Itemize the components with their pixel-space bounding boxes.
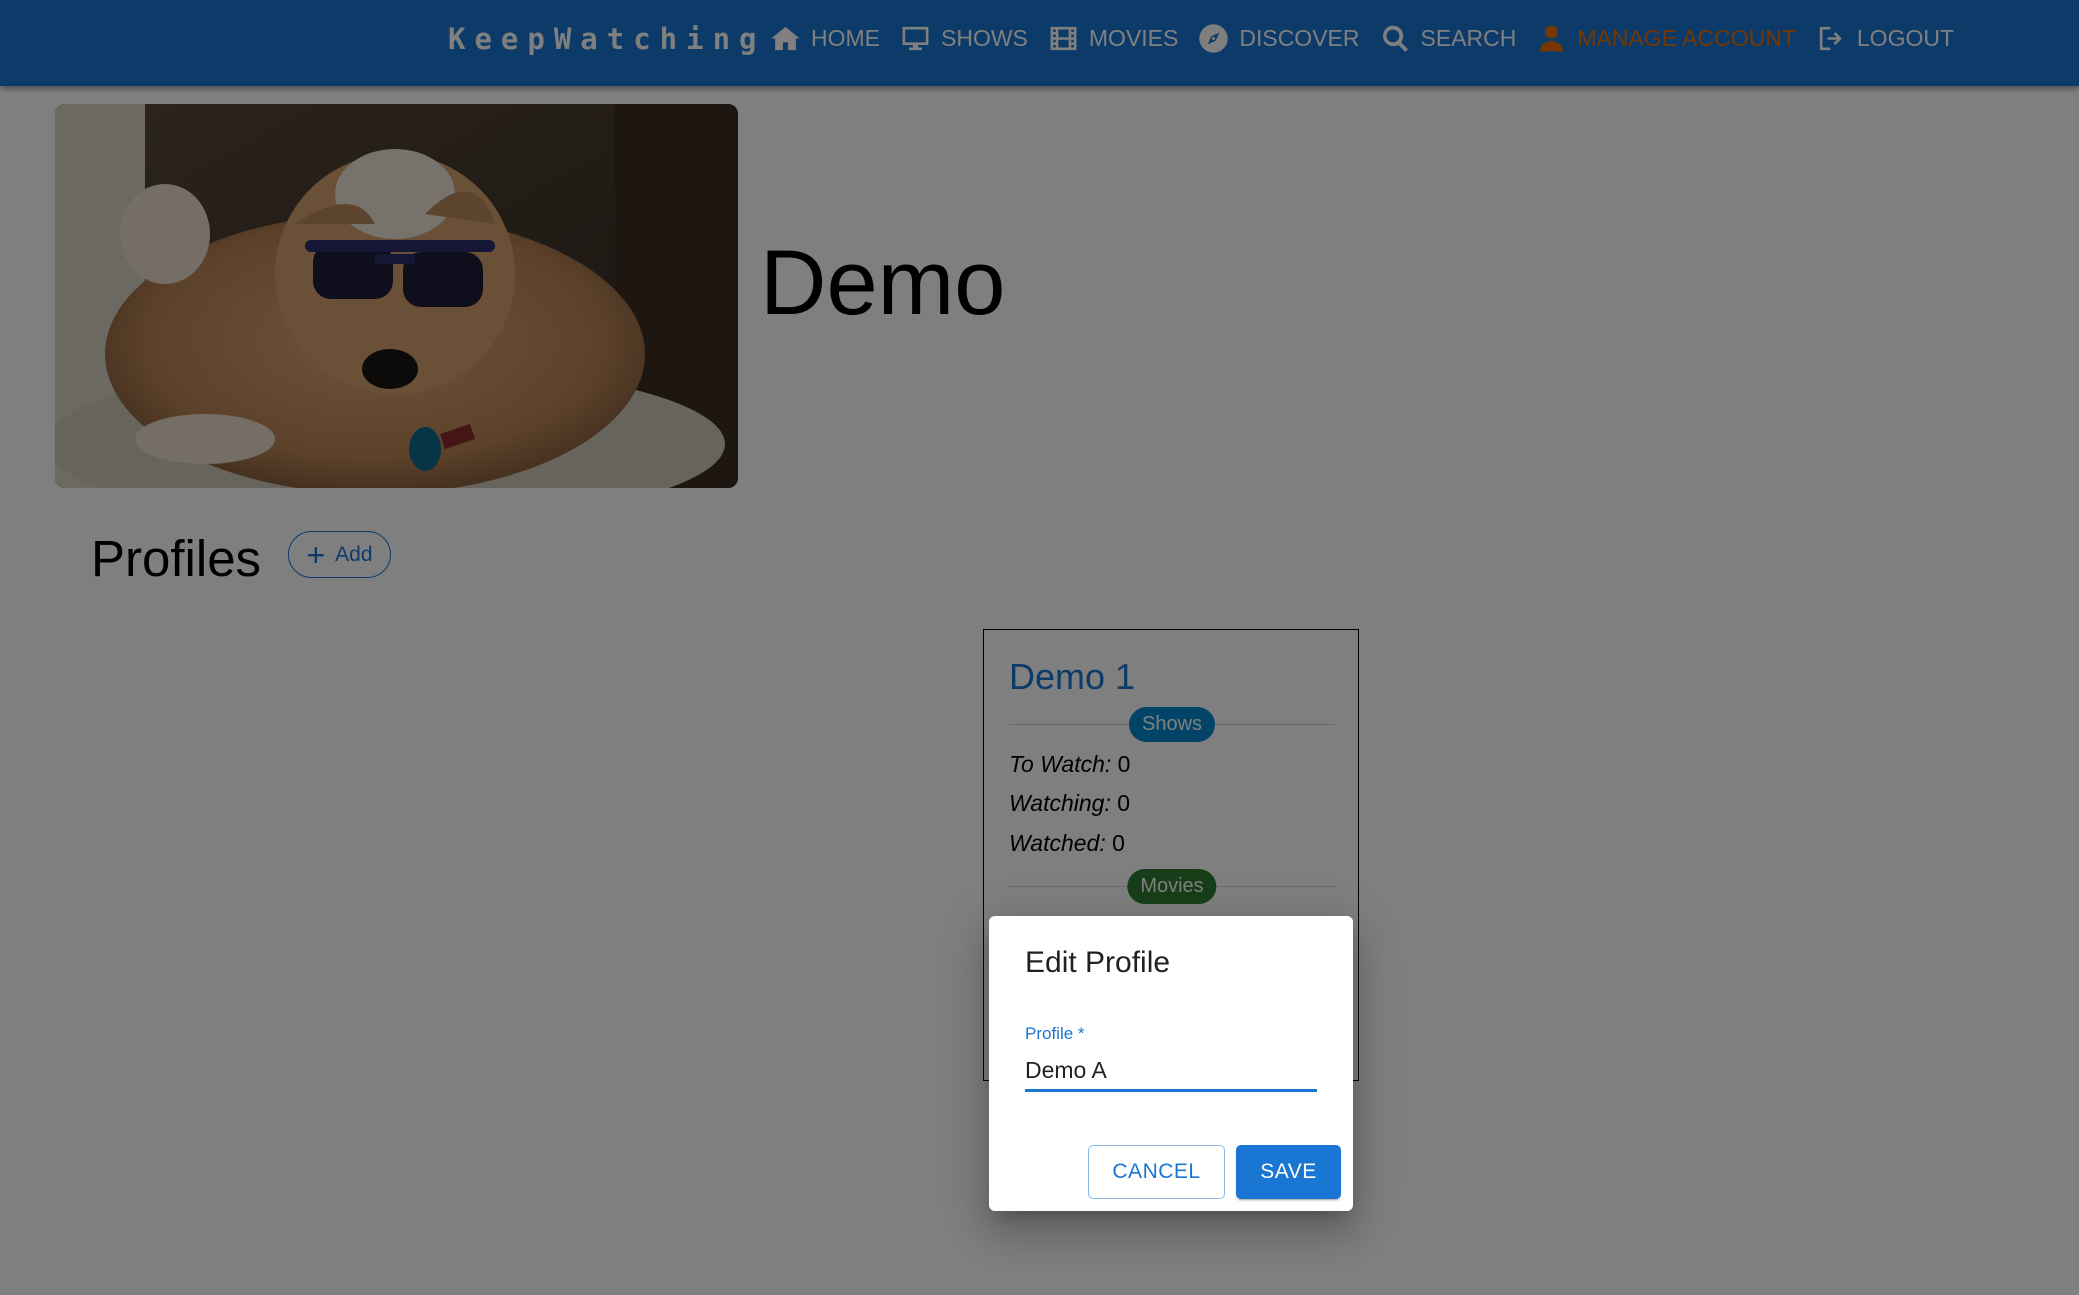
save-button[interactable]: SAVE [1236, 1145, 1341, 1199]
profile-field-label: Profile * [1025, 1024, 1085, 1043]
cancel-button[interactable]: CANCEL [1088, 1145, 1225, 1199]
dialog-title: Edit Profile [1025, 946, 1171, 979]
edit-profile-dialog: Edit Profile Profile * CANCEL SAVE [989, 916, 1353, 1211]
profile-name-input[interactable] [1025, 1052, 1317, 1092]
